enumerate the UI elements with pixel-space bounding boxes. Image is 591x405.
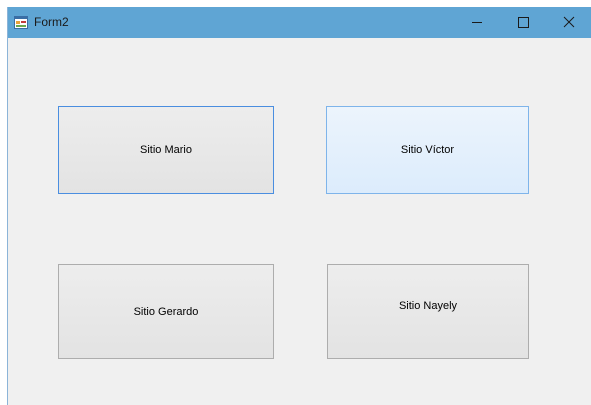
- sitio-gerardo-button[interactable]: Sitio Gerardo: [58, 264, 274, 359]
- sitio-nayely-label: Sitio Nayely: [398, 299, 458, 312]
- window-title: Form2: [34, 15, 69, 29]
- sitio-nayely-button[interactable]: Sitio Nayely: [327, 264, 529, 359]
- title-bar[interactable]: Form2: [8, 7, 591, 38]
- minimize-button[interactable]: [454, 7, 500, 38]
- sitio-gerardo-label: Sitio Gerardo: [133, 305, 199, 318]
- maximize-button[interactable]: [500, 7, 546, 38]
- close-button[interactable]: [546, 7, 591, 38]
- form2-window: Form2 Sitio Mario Sitio Víctor Sitio Ger…: [7, 7, 591, 405]
- sitio-victor-label: Sitio Víctor: [400, 144, 455, 156]
- maximize-icon: [518, 17, 529, 28]
- sitio-mario-label: Sitio Mario: [140, 144, 192, 156]
- form-client-area: Sitio Mario Sitio Víctor Sitio Gerardo S…: [8, 38, 591, 405]
- sitio-victor-button[interactable]: Sitio Víctor: [326, 106, 529, 194]
- minimize-icon: [472, 22, 482, 23]
- sitio-mario-button[interactable]: Sitio Mario: [58, 106, 274, 194]
- app-icon: [14, 16, 28, 29]
- close-icon: [563, 16, 575, 28]
